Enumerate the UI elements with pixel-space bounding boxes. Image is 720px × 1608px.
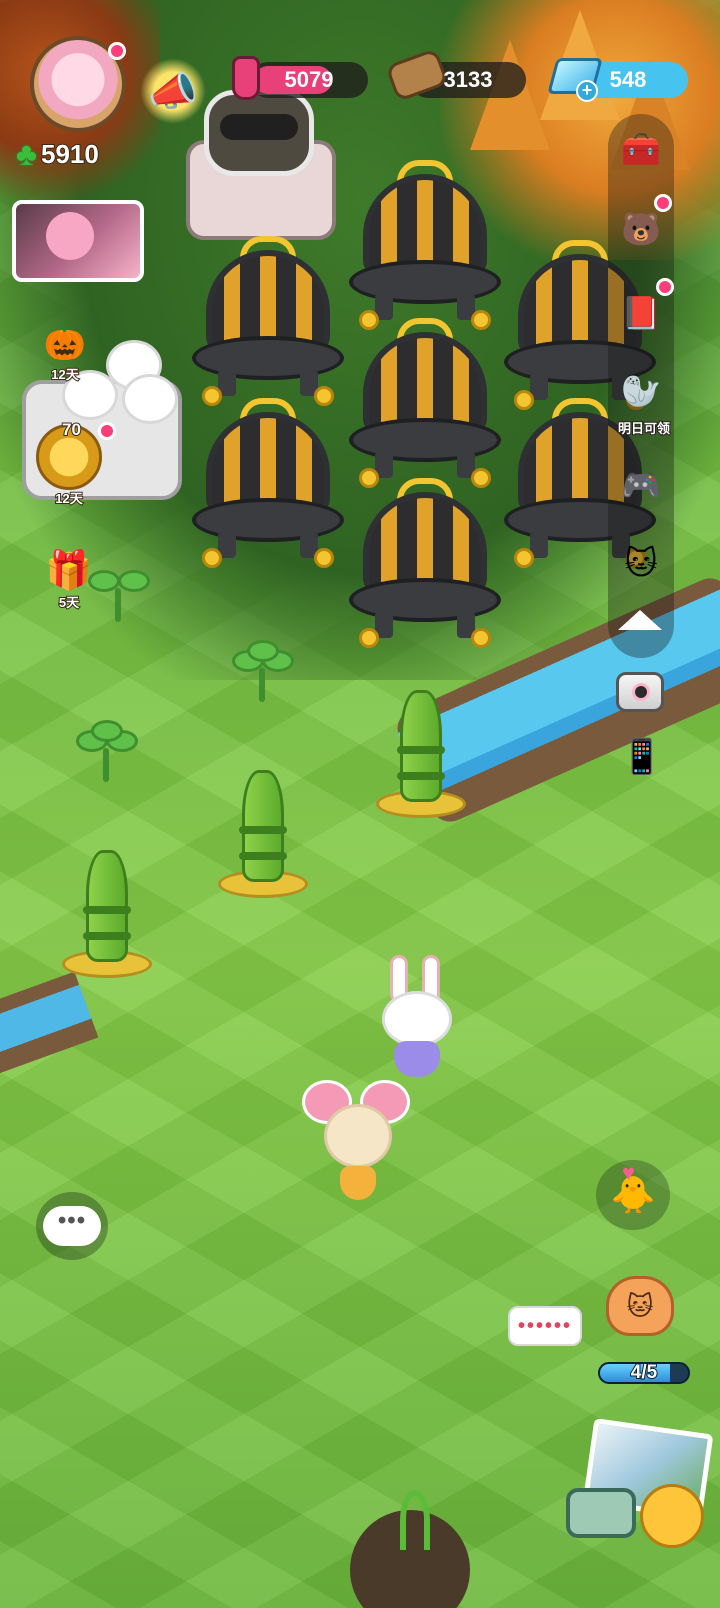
remote-icon: 🎮 <box>621 467 661 503</box>
treasure-chest-button[interactable]: 🧰 <box>612 120 670 178</box>
cat-pack-icon: 🐱 <box>624 545 658 581</box>
clover-icon: ♣ <box>16 136 37 172</box>
duck-icon <box>640 1484 704 1548</box>
chat-button[interactable]: ••• <box>36 1192 108 1260</box>
notification-dot <box>656 278 674 296</box>
bear-bunny-icon: 🐻 <box>621 211 661 247</box>
phone-button[interactable]: 📱 <box>610 728 674 786</box>
halloween-days-left: 12天 <box>50 366 80 383</box>
event-banner-card[interactable] <box>12 200 144 282</box>
heart-icon: ♥ <box>622 1160 636 1185</box>
tripod-camera-icon <box>566 1488 636 1538</box>
daily-reward-button[interactable]: 🦭 <box>612 362 670 420</box>
clover-score: ♣ 5910 <box>16 136 100 172</box>
gold-days-left: 12天 <box>54 490 84 507</box>
megaphone-icon: 📣 <box>148 69 198 114</box>
collapse-panel-arrow-icon[interactable] <box>618 610 662 630</box>
visitor-progress-text: 4/5 <box>630 1362 658 1383</box>
book-icon: 📕 <box>621 295 661 331</box>
phone-icon: 📱 <box>620 738 664 776</box>
halloween-event-button[interactable]: 🎃 12天 <box>34 316 96 383</box>
gem-count: 548 <box>609 67 647 92</box>
add-gems-button[interactable]: + <box>576 80 598 102</box>
seal-icon: 🦭 <box>621 373 661 409</box>
visitor-cat-avatar[interactable]: 🐱 <box>606 1276 674 1336</box>
game-hud: ♣ 5910 📣 5079 3133 548 + 🎃 12天 12天 70 🎁 … <box>0 0 720 1608</box>
potion-icon <box>232 56 260 100</box>
pumpkin-chest-icon: 🎃 <box>43 324 87 362</box>
clover-score-value: 5910 <box>40 138 100 170</box>
remote-control-button[interactable]: 🎮 <box>612 456 670 514</box>
megaphone-button[interactable]: 📣 <box>140 58 206 124</box>
chest-icon: 🧰 <box>621 131 661 167</box>
gift-box-button[interactable]: 🎁 5天 <box>38 544 100 611</box>
camera-button[interactable] <box>616 672 664 712</box>
chat-bubble-icon: ••• <box>43 1206 101 1246</box>
potion-count: 5079 <box>284 67 334 92</box>
gift-days-left: 5天 <box>58 594 80 611</box>
cat-face-icon: 🐱 <box>626 1290 654 1321</box>
photo-mode-button[interactable] <box>566 1418 720 1566</box>
character-portrait <box>46 212 94 260</box>
cat-pack-button[interactable]: 🐱 <box>612 534 670 592</box>
notification-dot <box>98 422 116 440</box>
potion-resource-bar[interactable]: 5079 <box>250 62 368 98</box>
gold-count: 70 <box>61 419 82 440</box>
wood-count: 3133 <box>443 67 493 92</box>
visitor-speech-bubble[interactable]: •••••• <box>508 1306 582 1346</box>
visitor-progress-bar: 4/5 <box>598 1362 690 1384</box>
notification-dot <box>108 42 126 60</box>
camera-icon <box>632 683 650 701</box>
tomorrow-claim-label: 明日可领 <box>617 420 671 437</box>
notification-dot <box>654 194 672 212</box>
gift-box-icon: 🎁 <box>45 550 93 592</box>
